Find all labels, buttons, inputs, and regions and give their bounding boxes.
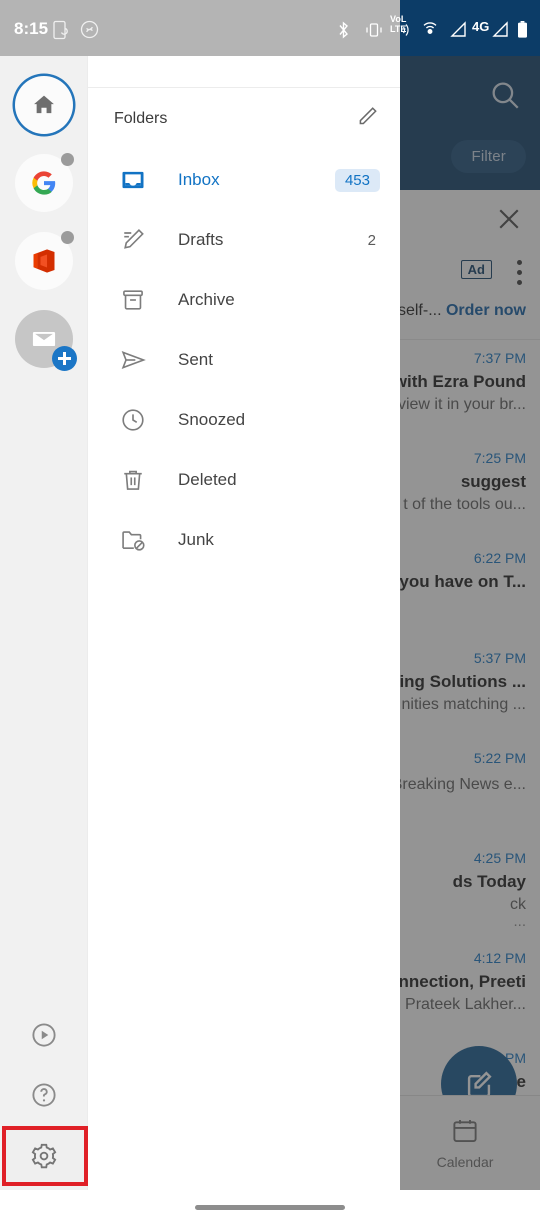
gesture-navigation-bar[interactable] bbox=[0, 1190, 540, 1230]
clock-icon bbox=[114, 401, 152, 439]
inbox-icon bbox=[114, 161, 152, 199]
sidebar-item-home-account[interactable] bbox=[15, 76, 73, 134]
sidebar-item-add-account[interactable] bbox=[15, 310, 77, 371]
play-icon bbox=[32, 1023, 56, 1047]
sidebar-item-sent[interactable]: Sent bbox=[88, 330, 400, 390]
google-icon bbox=[32, 171, 56, 195]
help-icon bbox=[32, 1083, 56, 1107]
sidebar-item-label: Deleted bbox=[178, 470, 237, 489]
sidebar-item-archive[interactable]: Archive bbox=[88, 270, 400, 330]
sidebar-item-google-account[interactable] bbox=[15, 153, 74, 212]
sidebar-item-help[interactable] bbox=[15, 1066, 73, 1124]
sidebar-item-label: Junk bbox=[178, 530, 214, 549]
sidebar-item-drafts[interactable]: Drafts 2 bbox=[88, 210, 400, 270]
alarm-clock-icon[interactable] bbox=[340, 24, 380, 64]
gesture-pill[interactable] bbox=[195, 1205, 345, 1210]
inbox-count-badge: 453 bbox=[334, 168, 380, 192]
sent-paper-plane-icon bbox=[114, 341, 152, 379]
mail-icon bbox=[32, 332, 56, 346]
sidebar-item-junk[interactable]: Junk bbox=[88, 510, 400, 570]
sidebar-item-label: Sent bbox=[178, 350, 213, 369]
account-rail[interactable] bbox=[0, 0, 88, 1230]
sidebar-item-settings[interactable] bbox=[15, 1126, 73, 1186]
junk-folder-icon bbox=[114, 521, 152, 559]
office-icon bbox=[33, 249, 55, 273]
sidebar-item-label: Snoozed bbox=[178, 410, 246, 429]
sidebar-item-snoozed[interactable]: Snoozed bbox=[88, 390, 400, 450]
page-title: All Accounts bbox=[114, 32, 218, 54]
drafts-count: 2 bbox=[367, 231, 376, 249]
sidebar-item-inbox[interactable]: Inbox 453 bbox=[88, 150, 400, 210]
home-icon bbox=[34, 95, 54, 114]
sidebar-item-office-account[interactable] bbox=[15, 231, 74, 290]
folders-label: Folders bbox=[114, 110, 168, 127]
navigation-drawer[interactable]: All Accounts Folders Inbox 453 Drafts 2 … bbox=[0, 0, 400, 1230]
sidebar-item-deleted[interactable]: Deleted bbox=[88, 450, 400, 510]
archive-box-icon bbox=[114, 281, 152, 319]
add-plus-icon[interactable] bbox=[52, 346, 77, 371]
pencil-edit-icon[interactable] bbox=[354, 104, 380, 135]
sidebar-item-label: Drafts bbox=[178, 230, 224, 249]
sidebar-item-play[interactable] bbox=[15, 1006, 73, 1064]
sidebar-item-label: Inbox bbox=[178, 170, 220, 189]
drawer-header: All Accounts bbox=[88, 0, 400, 88]
folders-section-header: Folders bbox=[88, 88, 400, 150]
settings-gear-icon bbox=[31, 1143, 57, 1169]
sidebar-item-label: Archive bbox=[178, 290, 235, 309]
account-badge-dot bbox=[61, 153, 74, 166]
drawer-panel: All Accounts Folders Inbox 453 Drafts 2 … bbox=[88, 0, 400, 1230]
account-badge-dot bbox=[61, 231, 74, 244]
trash-icon bbox=[114, 461, 152, 499]
drafts-pencil-icon bbox=[114, 221, 152, 259]
